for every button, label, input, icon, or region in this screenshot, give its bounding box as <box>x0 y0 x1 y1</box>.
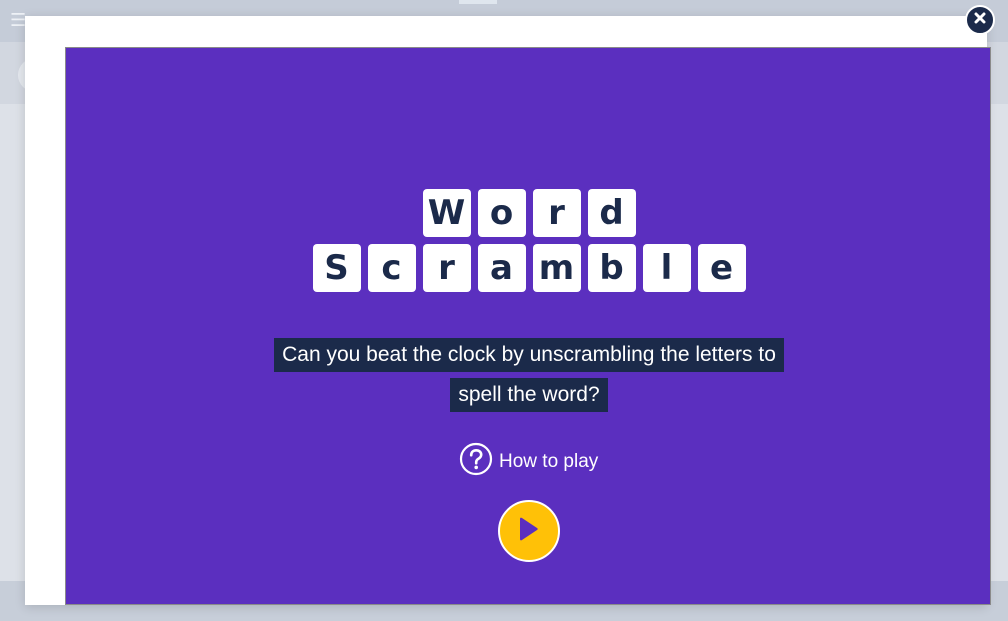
description-line-2: spell the word? <box>66 378 992 412</box>
play-button[interactable] <box>498 500 560 562</box>
how-to-play-link[interactable]: How to play <box>459 442 598 481</box>
title-word-1: W o r d <box>66 189 992 237</box>
description-text: Can you beat the clock by unscrambling t… <box>274 338 784 372</box>
title-tile: S <box>312 244 361 292</box>
close-icon <box>974 11 986 29</box>
title-tile: o <box>477 189 526 237</box>
question-circle-icon <box>459 442 493 481</box>
title-tile: a <box>477 244 526 292</box>
title-tile: c <box>367 244 416 292</box>
play-icon <box>517 515 541 548</box>
background-tab-indicator <box>459 0 497 4</box>
game-area: W o r d S c r a m b l e Can you beat the… <box>65 47 991 605</box>
title-tile: m <box>532 244 581 292</box>
description-line-1: Can you beat the clock by unscrambling t… <box>66 338 992 372</box>
title-tile: r <box>422 244 471 292</box>
close-button[interactable] <box>965 5 995 35</box>
title-word-2: S c r a m b l e <box>66 244 992 292</box>
title-tile: d <box>587 189 636 237</box>
title-tile: b <box>587 244 636 292</box>
title-tile: e <box>697 244 746 292</box>
title-tile: r <box>532 189 581 237</box>
title-tile: l <box>642 244 691 292</box>
how-to-play-label: How to play <box>499 450 599 472</box>
description-text: spell the word? <box>450 378 608 412</box>
title-tile: W <box>422 189 471 237</box>
game-modal: W o r d S c r a m b l e Can you beat the… <box>25 16 991 605</box>
